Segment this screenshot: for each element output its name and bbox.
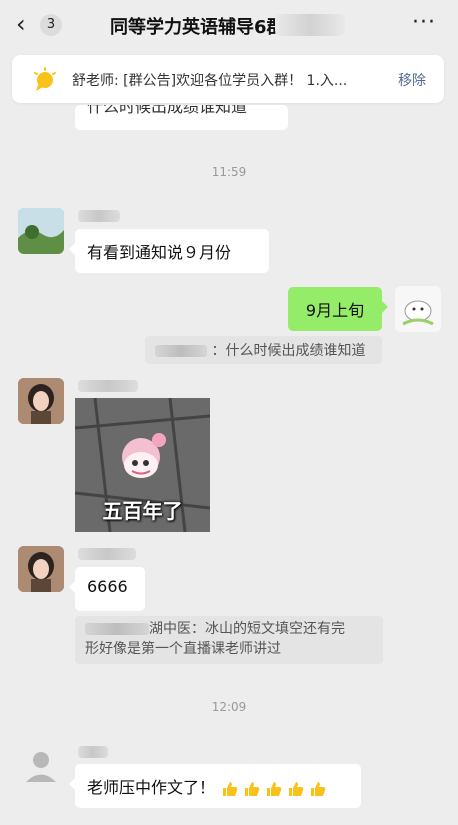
unread-count-badge[interactable]: 3 <box>40 14 62 36</box>
avatar-self[interactable] <box>395 286 441 332</box>
sender-name-redacted <box>78 380 138 392</box>
message-text: 什么时候出成绩谁知道 <box>87 105 248 116</box>
quoted-message[interactable]: ：什么时候出成绩谁知道 <box>145 336 382 364</box>
message-text: 6666 <box>87 577 128 596</box>
thumbs-up-emoji-icon <box>311 781 326 796</box>
speech-bubble-sun-icon <box>34 67 56 91</box>
quoted-name-redacted <box>85 623 149 635</box>
group-announcement-bar[interactable]: 舒老师: [群公告]欢迎各位学员入群！ 1.入... 移除 <box>12 55 444 103</box>
avatar[interactable] <box>18 208 64 254</box>
sender-name-redacted <box>78 746 108 758</box>
thumbs-up-emoji-icon <box>245 781 260 796</box>
quoted-message[interactable]: 湖中医：冰山的短文填空还有完 形好像是第一个直播课老师讲过 <box>75 616 383 664</box>
quoted-line: 湖中医：冰山的短文填空还有完 <box>85 619 373 639</box>
girl-avatar-image <box>18 378 64 424</box>
message-text: 有看到通知说９月份 <box>87 243 232 262</box>
timestamp: 11:59 <box>211 165 247 179</box>
chat-header: ‹ 3 同等学力英语辅导6群 ··· <box>0 0 458 50</box>
avatar[interactable] <box>18 378 64 424</box>
timestamp: 12:09 <box>211 700 247 714</box>
avatar[interactable] <box>18 546 64 592</box>
sticker-caption: 五百年了 <box>102 499 183 523</box>
cartoon-avatar-image <box>395 286 441 332</box>
message-bubble-self[interactable]: 9月上旬 <box>288 287 388 331</box>
message-text: 老师压中作文了！ <box>87 778 216 797</box>
quoted-text: ：什么时候出成绩谁知道 <box>211 343 366 359</box>
remove-announcement-link[interactable]: 移除 <box>398 70 426 90</box>
sticker-message[interactable]: 五百年了 <box>75 398 210 532</box>
quoted-text-line2: 形好像是第一个直播课老师讲过 <box>85 641 281 657</box>
message-bubble[interactable]: 6666 <box>69 567 145 611</box>
announcement-text: 舒老师: [群公告]欢迎各位学员入群！ 1.入... <box>72 73 348 89</box>
quoted-text-line1: 湖中医：冰山的短文填空还有完 <box>149 621 345 637</box>
sender-name-redacted <box>78 210 120 222</box>
girl-avatar-image <box>18 546 64 592</box>
thumbs-up-emojis <box>220 778 330 799</box>
message-bubble[interactable]: 有看到通知说９月份 <box>69 229 269 273</box>
avatar-default[interactable] <box>18 744 64 790</box>
person-icon <box>26 752 56 782</box>
sender-name-redacted <box>78 548 136 560</box>
message-text: 9月上旬 <box>305 301 365 320</box>
message-bubble-partial[interactable]: 什么时候出成绩谁知道 <box>75 105 288 130</box>
title-redaction <box>275 14 345 36</box>
message-bubble[interactable]: 老师压中作文了！ <box>69 764 361 808</box>
landscape-avatar-image <box>18 208 64 254</box>
back-icon[interactable]: ‹ <box>16 10 26 38</box>
more-options-icon[interactable]: ··· <box>412 10 436 35</box>
thumbs-up-emoji-icon <box>289 781 304 796</box>
quoted-name-redacted <box>155 345 207 357</box>
thumbs-up-emoji-icon <box>267 781 282 796</box>
thumbs-up-emoji-icon <box>223 781 238 796</box>
